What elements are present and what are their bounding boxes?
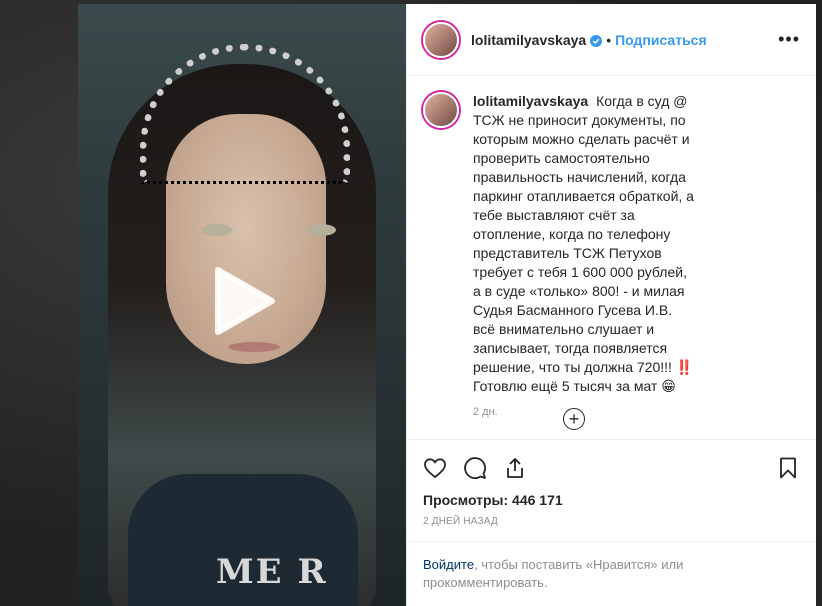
- views-count[interactable]: Просмотры: 446 171: [423, 492, 800, 508]
- comment-icon[interactable]: [463, 456, 487, 480]
- post-caption: lolitamilyavskaya Когда в суд @ ТСЖ не п…: [423, 92, 800, 418]
- more-options-icon[interactable]: •••: [778, 29, 800, 50]
- heart-icon[interactable]: [423, 456, 447, 480]
- post-sidebar: lolitamilyavskaya • Подписаться ••• loli…: [406, 4, 816, 606]
- post-actions: Просмотры: 446 171 2 дней назад: [407, 439, 816, 527]
- comments-area[interactable]: lolitamilyavskaya Когда в суд @ ТСЖ не п…: [407, 76, 816, 439]
- caption-username[interactable]: lolitamilyavskaya: [473, 93, 588, 109]
- caption-timestamp: 2 дн.: [473, 406, 498, 418]
- verified-badge-icon: [590, 34, 603, 47]
- login-link[interactable]: Войдите: [423, 557, 474, 572]
- post-header: lolitamilyavskaya • Подписаться •••: [407, 4, 816, 76]
- bookmark-icon[interactable]: [776, 456, 800, 480]
- author-avatar[interactable]: [423, 21, 459, 58]
- shirt-print-text: ME R: [216, 552, 328, 592]
- follow-button[interactable]: Подписаться: [615, 32, 707, 48]
- author-username[interactable]: lolitamilyavskaya: [471, 32, 586, 48]
- post-video[interactable]: ME R: [78, 4, 406, 606]
- caption-avatar[interactable]: [423, 92, 459, 128]
- post-modal: ME R lolitamilyavskaya • Подписаться •••: [78, 4, 816, 606]
- post-date[interactable]: 2 дней назад: [423, 516, 800, 527]
- play-icon[interactable]: [212, 266, 276, 336]
- header-separator: •: [606, 31, 612, 48]
- caption-text: Когда в суд @ ТСЖ не приносит документы,…: [473, 93, 694, 394]
- login-prompt: Войдите, чтобы поставить «Нравится» или …: [407, 541, 816, 606]
- share-icon[interactable]: [503, 456, 527, 480]
- plus-circle-icon[interactable]: +: [563, 408, 585, 430]
